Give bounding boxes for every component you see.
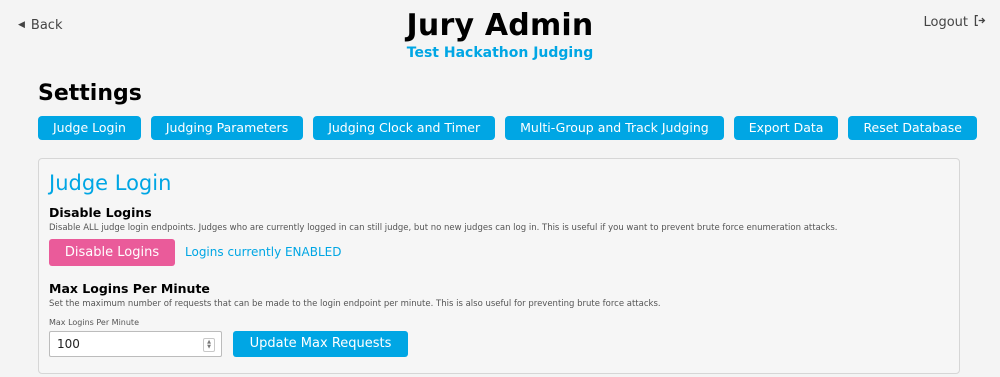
max-logins-field-label: Max Logins Per Minute	[49, 318, 139, 327]
max-logins-title: Max Logins Per Minute	[49, 281, 210, 296]
panel-title: Judge Login	[49, 171, 172, 195]
tab-reset-database[interactable]: Reset Database	[848, 116, 977, 140]
page-subtitle: Test Hackathon Judging	[406, 45, 594, 61]
admin-page: ◀ Back Jury Admin Test Hackathon Judging…	[0, 0, 1000, 377]
tab-judging-parameters[interactable]: Judging Parameters	[150, 116, 304, 140]
number-spinner-icon[interactable]: ▲ ▼	[203, 338, 215, 352]
logout-link[interactable]: Logout	[923, 14, 986, 31]
update-max-requests-button[interactable]: Update Max Requests	[233, 331, 408, 357]
disable-logins-title: Disable Logins	[49, 205, 152, 220]
tab-export-data[interactable]: Export Data	[733, 116, 839, 140]
settings-tabs: Judge Login Judging Parameters Judging C…	[38, 116, 977, 140]
logout-icon	[973, 14, 986, 31]
max-logins-input[interactable]: 100 ▲ ▼	[49, 331, 222, 357]
login-status-text: Logins currently ENABLED	[185, 245, 342, 259]
max-logins-description: Set the maximum number of requests that …	[49, 299, 661, 309]
page-title: Jury Admin	[406, 8, 594, 43]
judge-login-panel: Judge Login Disable Logins Disable ALL j…	[38, 158, 960, 374]
tab-judge-login[interactable]: Judge Login	[38, 116, 141, 140]
max-logins-value: 100	[57, 337, 80, 351]
tab-judging-clock-and-timer[interactable]: Judging Clock and Timer	[313, 116, 496, 140]
settings-heading: Settings	[38, 81, 142, 106]
disable-logins-button[interactable]: Disable Logins	[49, 239, 175, 266]
tab-multi-group-and-track-judging[interactable]: Multi-Group and Track Judging	[505, 116, 724, 140]
logout-label: Logout	[923, 15, 968, 30]
disable-logins-description: Disable ALL judge login endpoints. Judge…	[49, 223, 838, 233]
